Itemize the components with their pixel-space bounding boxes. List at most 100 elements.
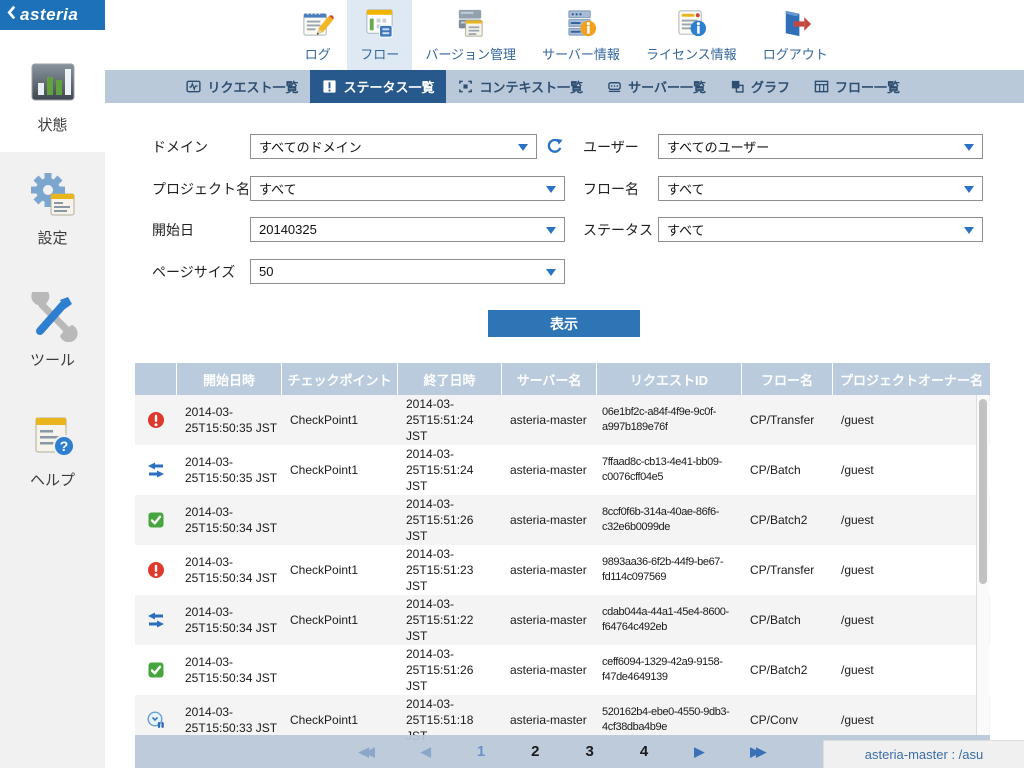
- cell-flow: CP/Batch: [742, 595, 833, 645]
- column-header-flow: フロー名: [742, 363, 833, 395]
- cell-owner: /guest: [833, 495, 990, 545]
- subnav-tab-server-list[interactable]: サーバー一覧: [595, 70, 718, 103]
- refresh-icon[interactable]: [546, 138, 563, 155]
- table-scrollbar[interactable]: [976, 395, 989, 745]
- cell-server: asteria-master: [502, 395, 597, 445]
- chevron-down-icon: [546, 269, 556, 276]
- chevron-down-icon: [518, 144, 528, 151]
- page-button-4[interactable]: 4: [640, 744, 648, 759]
- filter-domain-value: すべてのドメイン: [259, 137, 362, 156]
- topnav-item-label: バージョン管理: [425, 44, 516, 63]
- topnav-item-server-info[interactable]: サーバー情報: [529, 0, 633, 70]
- cell-start: 2014-03- 25T15:50:34 JST: [177, 645, 282, 695]
- success-status-icon: [135, 495, 177, 545]
- sidebar-item-status[interactable]: 状態: [0, 57, 105, 135]
- subnav-tab-flow-list[interactable]: フロー一覧: [802, 70, 912, 103]
- subnav-tab-context-list[interactable]: コンテキスト一覧: [446, 70, 595, 103]
- cell-server: asteria-master: [502, 595, 597, 645]
- filter-start-date-select[interactable]: 20140325: [250, 217, 565, 242]
- cell-end: 2014-03- 25T15:51:26 JST: [398, 495, 502, 545]
- subnav-tab-label: サーバー一覧: [628, 77, 706, 96]
- cell-end: 2014-03- 25T15:51:26 JST: [398, 645, 502, 695]
- filter-project-name-select[interactable]: すべて: [250, 176, 565, 201]
- column-header-status: [135, 363, 177, 395]
- topnav-item-logout[interactable]: ログアウト: [750, 0, 841, 70]
- page-button-1: 1: [477, 744, 485, 759]
- error-status-icon: [135, 395, 177, 445]
- table-row[interactable]: 2014-03- 25T15:50:34 JST 2014-03- 25T15:5…: [135, 645, 990, 695]
- column-header-owner: プロジェクトオーナー名: [833, 363, 990, 395]
- subnav-tab-status-list[interactable]: ステータス一覧: [310, 70, 446, 103]
- cell-flow: CP/Transfer: [742, 395, 833, 445]
- context-list-icon: [458, 79, 473, 94]
- topnav-item-label: フロー: [360, 44, 399, 63]
- topnav-item-license-info[interactable]: ライセンス情報: [633, 0, 750, 70]
- filter-page-size-select[interactable]: 50: [250, 259, 565, 284]
- subnav-tab-label: フロー一覧: [835, 77, 900, 96]
- settings-gear-icon: [28, 170, 78, 220]
- log-icon: [301, 7, 334, 40]
- subnav-tab-graph[interactable]: グラフ: [718, 70, 802, 103]
- cell-start: 2014-03- 25T15:50:34 JST: [177, 545, 282, 595]
- scrollbar-thumb[interactable]: [979, 399, 987, 584]
- table-row[interactable]: 2014-03- 25T15:50:34 JST 2014-03- 25T15:5…: [135, 495, 990, 545]
- last-page-button[interactable]: ▶▶: [750, 745, 766, 758]
- sidebar-item-tools[interactable]: ツール: [0, 292, 105, 370]
- filter-flow-name-select[interactable]: すべて: [658, 176, 983, 201]
- table-row[interactable]: 2014-03- 25T15:50:34 JSTCheckPoint12014-…: [135, 545, 990, 595]
- filter-user-label: ユーザー: [583, 137, 658, 157]
- cell-start: 2014-03- 25T15:50:34 JST: [177, 495, 282, 545]
- filter-project-name-label: プロジェクト名: [152, 179, 250, 199]
- topnav-item-version[interactable]: バージョン管理: [412, 0, 529, 70]
- subnav-tab-label: ステータス一覧: [343, 77, 434, 96]
- column-header-checkpoint: チェックポイント: [282, 363, 398, 395]
- filter-status-value: すべて: [667, 220, 705, 239]
- svg-text:?: ?: [59, 438, 68, 454]
- help-icon: ?: [28, 412, 78, 462]
- topnav-item-flow[interactable]: フロー: [347, 0, 412, 70]
- filter-start-date-value: 20140325: [259, 222, 317, 237]
- table-row[interactable]: 2014-03- 25T15:50:35 JSTCheckPoint12014-…: [135, 395, 990, 445]
- next-page-button[interactable]: ▶: [694, 745, 704, 758]
- cell-owner: /guest: [833, 395, 990, 445]
- sidebar-item-label: ツール: [30, 349, 75, 370]
- cell-server: asteria-master: [502, 495, 597, 545]
- filter-row-project-name: プロジェクト名すべて: [152, 176, 565, 201]
- cell-checkpoint: CheckPoint1: [282, 445, 398, 495]
- cell-end: 2014-03- 25T15:51:23 JST: [398, 545, 502, 595]
- cell-flow: CP/Batch2: [742, 495, 833, 545]
- cell-checkpoint: CheckPoint1: [282, 395, 398, 445]
- column-header-end: 終了日時: [398, 363, 502, 395]
- connection-status: asteria-master : /asu: [823, 740, 1024, 768]
- cell-request-id: 06e1bf2c-a84f-4f9e-9c0f- a997b189e76f: [597, 395, 742, 445]
- filter-user-select[interactable]: すべてのユーザー: [658, 134, 983, 159]
- sidebar-item-label: ヘルプ: [30, 469, 75, 490]
- filter-page-size-label: ページサイズ: [152, 262, 250, 282]
- sidebar-item-help[interactable]: ? ヘルプ: [0, 412, 105, 490]
- filter-status-select[interactable]: すべて: [658, 217, 983, 242]
- page-button-2[interactable]: 2: [531, 744, 539, 759]
- topnav-item-log[interactable]: ログ: [288, 0, 347, 70]
- page-button-3[interactable]: 3: [586, 744, 594, 759]
- subnav-tab-request-list[interactable]: リクエスト一覧: [174, 70, 310, 103]
- sidebar-item-settings[interactable]: 設定: [0, 170, 105, 248]
- connection-status-text: asteria-master : /asu: [865, 747, 984, 762]
- cell-owner: /guest: [833, 545, 990, 595]
- cell-request-id: cdab044a-44a1-45e4-8600- f64764c492eb: [597, 595, 742, 645]
- chevron-down-icon: [964, 227, 974, 234]
- filter-status-label: ステータス: [583, 220, 658, 240]
- server-info-icon: [565, 7, 598, 40]
- filter-domain-select[interactable]: すべてのドメイン: [250, 134, 537, 159]
- show-button[interactable]: 表示: [488, 310, 640, 337]
- table-row[interactable]: 2014-03- 25T15:50:34 JSTCheckPoint12014-…: [135, 595, 990, 645]
- filter-domain-label: ドメイン: [152, 137, 250, 157]
- cell-server: asteria-master: [502, 645, 597, 695]
- topnav-item-label: サーバー情報: [542, 44, 620, 63]
- table-row[interactable]: 2014-03- 25T15:50:35 JSTCheckPoint12014-…: [135, 445, 990, 495]
- status-list-icon: [322, 79, 337, 94]
- flow-list-icon: [814, 79, 829, 94]
- cell-flow: CP/Batch: [742, 445, 833, 495]
- cell-checkpoint: [282, 645, 398, 695]
- column-header-start: 開始日時: [177, 363, 282, 395]
- version-icon: [454, 7, 487, 40]
